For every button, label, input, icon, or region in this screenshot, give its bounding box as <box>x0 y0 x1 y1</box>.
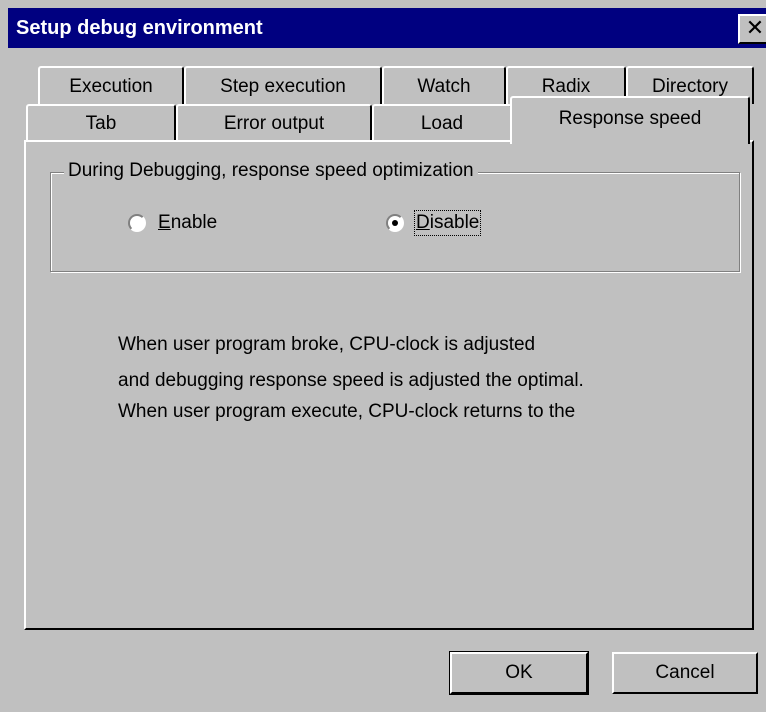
tab-label: Execution <box>69 76 153 97</box>
description-line-1: When user program broke, CPU-clock is ad… <box>118 334 536 355</box>
close-button[interactable]: ✕ <box>738 14 766 44</box>
tab-step-execution[interactable]: Step execution <box>184 66 382 104</box>
tab-response-speed[interactable]: Response speed <box>510 96 750 144</box>
description-line-2: and debugging response speed is adjusted… <box>118 370 584 391</box>
tab-watch[interactable]: Watch <box>382 66 506 104</box>
cancel-button[interactable]: Cancel <box>612 652 758 694</box>
tab-label: Load <box>420 113 464 134</box>
tab-label: Response speed <box>558 108 702 129</box>
window-title: Setup debug environment <box>16 17 263 39</box>
tab-load[interactable]: Load <box>372 104 512 142</box>
tab-label: Watch <box>417 76 471 97</box>
groupbox-label: During Debugging, response speed optimiz… <box>64 160 478 182</box>
dialog-window: Setup debug environment ✕ Execution Step… <box>0 0 766 712</box>
tab-label: Error output <box>223 113 325 134</box>
title-bar[interactable]: Setup debug environment ✕ <box>8 8 766 48</box>
tab-error-output[interactable]: Error output <box>176 104 372 142</box>
radio-icon <box>386 214 404 232</box>
tab-label: Tab <box>85 113 117 134</box>
disable-label: Disable <box>413 210 482 236</box>
description-line-3: When user program execute, CPU-clock ret… <box>118 401 576 422</box>
tab-execution[interactable]: Execution <box>38 66 184 104</box>
ok-button[interactable]: OK <box>449 651 589 695</box>
close-icon: ✕ <box>745 15 765 40</box>
tab-label: Step execution <box>220 76 346 97</box>
enable-label: Enable <box>158 212 218 233</box>
radio-icon <box>128 214 146 232</box>
enable-radio[interactable]: Enable <box>128 212 217 234</box>
disable-radio[interactable]: Disable <box>386 210 482 236</box>
tab-tab[interactable]: Tab <box>26 104 176 142</box>
